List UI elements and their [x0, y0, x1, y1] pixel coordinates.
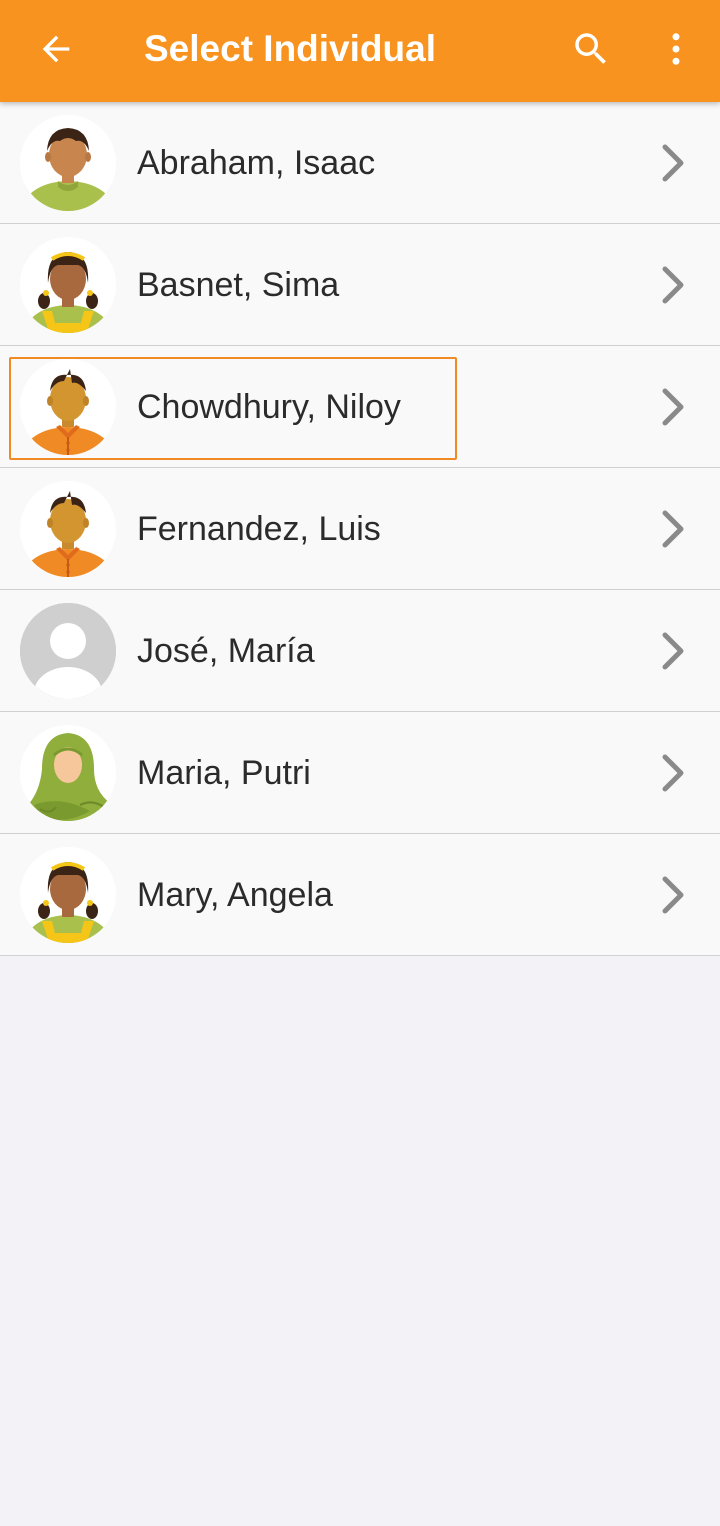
individual-name: Maria, Putri: [137, 754, 311, 792]
arrow-back-icon: [42, 35, 70, 63]
avatar: [20, 359, 116, 455]
list-item-individual[interactable]: Basnet, Sima: [0, 224, 720, 346]
overflow-menu-button[interactable]: [654, 26, 698, 72]
avatar: [20, 115, 116, 211]
avatar: [20, 237, 116, 333]
individual-name: Basnet, Sima: [137, 266, 340, 304]
list-item-individual[interactable]: Chowdhury, Niloy: [0, 346, 720, 468]
individual-list: Abraham, Isaac Basnet, Sima Chowdhury, N…: [0, 102, 720, 956]
search-icon: [575, 33, 606, 64]
list-item-individual[interactable]: José, María: [0, 590, 720, 712]
avatar: [20, 603, 116, 699]
chevron-right-icon: [656, 264, 690, 306]
girl-pigtails-avatar-icon: [20, 237, 116, 333]
select-individual-screen: Select Individual Abraham, Isaac Basnet,…: [0, 0, 720, 1526]
chevron-right-icon: [656, 142, 690, 184]
more-vertical-icon: [672, 33, 680, 65]
search-button[interactable]: [568, 26, 614, 72]
list-item-individual[interactable]: Maria, Putri: [0, 712, 720, 834]
back-button[interactable]: [34, 27, 78, 71]
individual-name: Chowdhury, Niloy: [137, 388, 401, 426]
boy-orange-shirt-avatar-icon: [20, 359, 116, 455]
default-person-avatar-icon: [20, 603, 116, 699]
chevron-right-icon: [656, 752, 690, 794]
app-toolbar: Select Individual: [0, 0, 720, 102]
boy-green-shirt-avatar-icon: [20, 115, 116, 211]
chevron-right-icon: [656, 874, 690, 916]
boy-orange-shirt-avatar-icon: [20, 481, 116, 577]
avatar: [20, 725, 116, 821]
chevron-right-icon: [656, 508, 690, 550]
avatar: [20, 481, 116, 577]
individual-name: Mary, Angela: [137, 876, 333, 914]
individual-name: Fernandez, Luis: [137, 510, 381, 548]
avatar: [20, 847, 116, 943]
list-item-individual[interactable]: Mary, Angela: [0, 834, 720, 956]
individual-name: Abraham, Isaac: [137, 144, 376, 182]
girl-pigtails-avatar-icon: [20, 847, 116, 943]
list-item-individual[interactable]: Fernandez, Luis: [0, 468, 720, 590]
woman-hijab-avatar-icon: [20, 725, 116, 821]
list-item-individual[interactable]: Abraham, Isaac: [0, 102, 720, 224]
individual-name: José, María: [137, 632, 315, 670]
chevron-right-icon: [656, 386, 690, 428]
page-title: Select Individual: [144, 28, 436, 69]
chevron-right-icon: [656, 630, 690, 672]
